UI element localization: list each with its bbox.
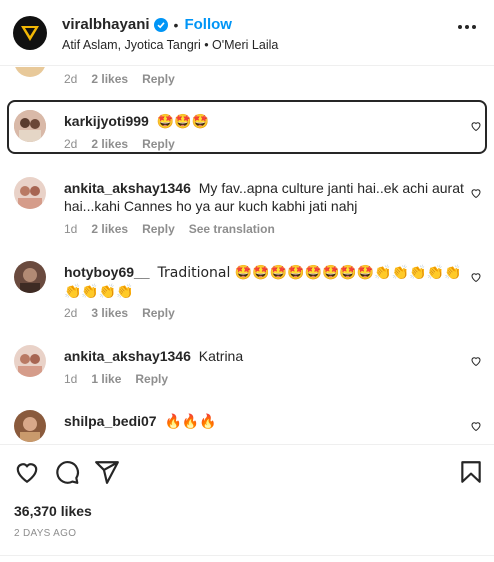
comment-username[interactable]: ankita_akshay1346: [64, 180, 191, 196]
comment-username[interactable]: hotyboy69__: [64, 264, 150, 280]
comment-time: 2d: [64, 306, 78, 320]
follow-button[interactable]: Follow: [184, 16, 232, 33]
comment-time: 2d: [64, 137, 78, 151]
comment-time: 1d: [64, 222, 78, 236]
commenter-avatar[interactable]: [14, 345, 46, 377]
reply-button[interactable]: Reply: [142, 306, 175, 320]
separator-dot: •: [173, 16, 179, 33]
comment-likes[interactable]: 1 like: [91, 372, 121, 386]
divider: [0, 555, 494, 556]
commenter-avatar[interactable]: [14, 110, 46, 142]
comment-heart-icon[interactable]: [470, 420, 482, 432]
comment-heart-icon[interactable]: [470, 271, 482, 283]
more-options-icon[interactable]: [458, 25, 476, 29]
reply-button[interactable]: Reply: [142, 222, 175, 236]
comment-likes[interactable]: 3 likes: [91, 306, 128, 320]
likes-count[interactable]: 36,370 likes: [14, 503, 92, 519]
comment-username[interactable]: ankita_akshay1346: [64, 348, 191, 364]
verified-badge-icon: [153, 17, 168, 32]
heart-icon[interactable]: [14, 459, 40, 485]
audio-subtitle[interactable]: Atif Aslam, Jyotica Tangri • O'Meri Lail…: [62, 38, 278, 52]
commenter-avatar[interactable]: [14, 177, 46, 209]
post-header: viralbhayani • Follow Atif Aslam, Jyotic…: [0, 0, 494, 66]
profile-avatar[interactable]: [13, 16, 47, 50]
see-translation-button[interactable]: See translation: [189, 222, 275, 236]
comments-list[interactable]: 2d 2 likes Reply karkijyoti999 🤩🤩🤩 2d 2 …: [0, 67, 494, 443]
comment-text: 🤩🤩🤩: [156, 114, 210, 130]
comment-username[interactable]: shilpa_bedi07: [64, 413, 157, 429]
comment-text: Katrina: [198, 348, 244, 364]
comment-time: 2d: [64, 72, 78, 86]
reply-button[interactable]: Reply: [142, 72, 175, 86]
commenter-avatar[interactable]: [14, 67, 46, 77]
reply-button[interactable]: Reply: [135, 372, 168, 386]
brand-logo-icon: [21, 26, 39, 41]
commenter-avatar[interactable]: [14, 410, 46, 442]
reply-button[interactable]: Reply: [142, 137, 175, 151]
comment-icon[interactable]: [54, 459, 80, 485]
comment-heart-icon[interactable]: [470, 355, 482, 367]
comment-username[interactable]: karkijyoti999: [64, 113, 149, 129]
comment-time: 1d: [64, 372, 78, 386]
post-date: 2 DAYS AGO: [14, 528, 77, 539]
post-username[interactable]: viralbhayani: [62, 16, 150, 33]
comment-likes[interactable]: 2 likes: [91, 222, 128, 236]
comment-likes[interactable]: 2 likes: [91, 137, 128, 151]
save-icon[interactable]: [458, 459, 484, 485]
post-actions: 36,370 likes 2 DAYS AGO: [0, 444, 494, 562]
commenter-avatar[interactable]: [14, 261, 46, 293]
comment-heart-icon[interactable]: [470, 187, 482, 199]
comment-heart-icon[interactable]: [470, 120, 482, 132]
share-icon[interactable]: [94, 459, 120, 485]
comment-text: 🔥🔥🔥: [164, 414, 217, 430]
comment-likes[interactable]: 2 likes: [91, 72, 128, 86]
